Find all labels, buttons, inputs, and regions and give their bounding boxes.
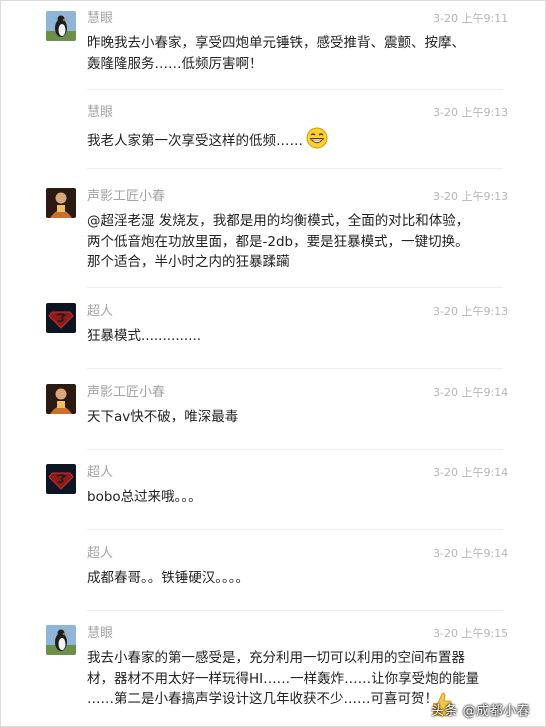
username[interactable]: 慧眼	[87, 104, 113, 122]
avatar-superman[interactable]	[46, 464, 76, 494]
username[interactable]: 声影工匠小春	[87, 384, 165, 402]
comment-text: 成都春哥。。铁锤硬汉。。。。	[87, 570, 249, 586]
comment-item: 声影工匠小春 3-20 上午9:14 天下av快不破，唯深最毒	[1, 383, 546, 433]
avatar-superman[interactable]	[46, 303, 76, 333]
timestamp: 3-20 上午9:13	[433, 190, 509, 203]
timestamp: 3-20 上午9:14	[433, 547, 509, 560]
watermark-text: 头条 @成都小春	[431, 704, 531, 719]
divider	[87, 89, 503, 90]
comment-text: 狂暴模式..............	[87, 328, 202, 344]
comment-text: bobo总过来哦。。。	[87, 489, 202, 505]
comment-text: 我老人家第一次享受这样的低频……	[87, 133, 303, 149]
comment-item: 慧眼 3-20 上午9:11 昨晚我去小春家，享受四炮单元锤铁，感受推背、震颤、…	[1, 9, 546, 79]
comment-item: 超人 3-20 上午9:13 狂暴模式..............	[1, 302, 546, 352]
comment-item: 超人 3-20 上午9:14 成都春哥。。铁锤硬汉。。。。	[1, 544, 546, 594]
timestamp: 3-20 上午9:11	[433, 12, 509, 25]
divider	[87, 529, 503, 530]
grinning-emoji-icon	[306, 127, 328, 149]
username[interactable]: 超人	[87, 303, 113, 321]
username[interactable]: 超人	[87, 464, 113, 482]
comment-item: 声影工匠小春 3-20 上午9:13 @超淫老湿 发烧友，我都是用的均衡模式，全…	[1, 187, 546, 277]
username[interactable]: 超人	[87, 545, 113, 563]
comment-text: 我去小春家的第一感受是，充分利用一切可以利用的空间布置器 材，器材不用太好一样玩得…	[87, 650, 480, 707]
comment-item: 超人 3-20 上午9:14 bobo总过来哦。。。	[1, 463, 546, 513]
comment-text: 天下av快不破，唯深最毒	[87, 409, 239, 425]
divider	[87, 168, 503, 169]
timestamp: 3-20 上午9:13	[433, 106, 509, 119]
timestamp: 3-20 上午9:14	[433, 466, 509, 479]
comment-panel: 慧眼 3-20 上午9:11 昨晚我去小春家，享受四炮单元锤铁，感受推背、震颤、…	[0, 0, 546, 727]
avatar-penguin[interactable]	[46, 11, 76, 41]
divider	[87, 449, 503, 450]
comment-text: 昨晚我去小春家，享受四炮单元锤铁，感受推背、震颤、按摩、 轰隆隆服务……低频厉害啊…	[87, 35, 465, 72]
comment-item: 慧眼 3-20 上午9:13 我老人家第一次享受这样的低频……	[1, 103, 546, 153]
avatar-penguin[interactable]	[46, 625, 76, 655]
avatar-performer[interactable]	[46, 188, 76, 218]
divider	[87, 287, 503, 288]
divider	[87, 610, 503, 611]
timestamp: 3-20 上午9:13	[433, 305, 509, 318]
comment-text: @超淫老湿 发烧友，我都是用的均衡模式，全面的对比和体验， 两个低音炮在功放里面，…	[87, 213, 470, 270]
timestamp: 3-20 上午9:14	[433, 386, 509, 399]
divider	[87, 368, 503, 369]
username[interactable]: 慧眼	[87, 625, 113, 643]
username[interactable]: 慧眼	[87, 10, 113, 28]
timestamp: 3-20 上午9:15	[433, 627, 509, 640]
avatar-performer[interactable]	[46, 384, 76, 414]
username[interactable]: 声影工匠小春	[87, 188, 165, 206]
